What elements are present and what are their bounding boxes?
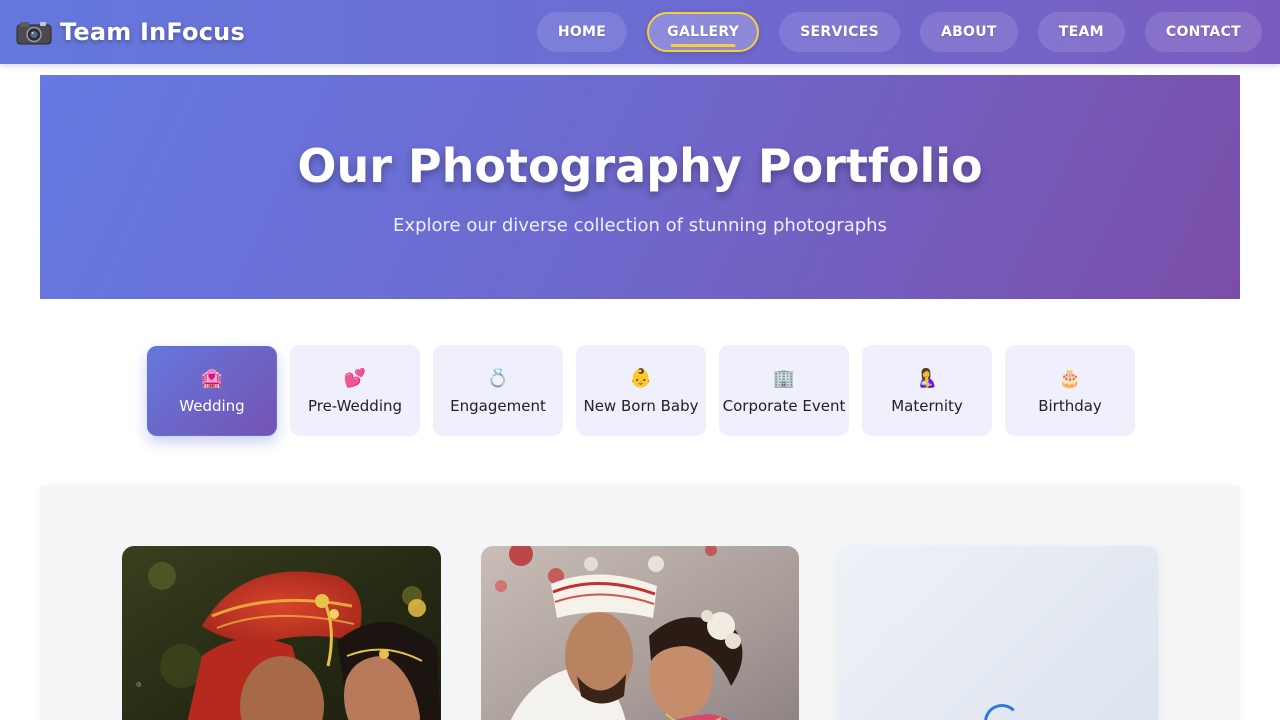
office-building-icon: 🏢 xyxy=(772,367,796,389)
nav-services[interactable]: SERVICES xyxy=(779,12,900,52)
tab-engagement[interactable]: 💍 Engagement xyxy=(433,345,563,436)
wedding-photo-2 xyxy=(481,546,799,720)
tab-pre-wedding[interactable]: 💕 Pre-Wedding xyxy=(290,345,420,436)
tab-pre-wedding-label: Pre-Wedding xyxy=(307,396,403,415)
nav-gallery[interactable]: GALLERY xyxy=(647,12,760,52)
tab-wedding-label: Wedding xyxy=(179,397,245,415)
hearts-icon: 💕 xyxy=(343,367,367,389)
wedding-icon: 🏩 xyxy=(200,368,224,389)
camera-icon xyxy=(16,19,52,45)
gallery-card-3-loading[interactable] xyxy=(839,546,1158,720)
svg-text:◎: ◎ xyxy=(136,681,141,688)
baby-icon: 👶 xyxy=(629,367,653,389)
nav-about-label: ABOUT xyxy=(940,24,997,40)
brand[interactable]: Team InFocus xyxy=(16,18,245,46)
mother-baby-icon: 🤱 xyxy=(915,367,939,389)
cake-icon: 🎂 xyxy=(1058,367,1082,389)
tab-maternity[interactable]: 🤱 Maternity xyxy=(862,345,992,436)
loading-spinner-icon xyxy=(984,704,1020,720)
ring-icon: 💍 xyxy=(486,367,510,389)
active-underline xyxy=(670,44,736,47)
hero-banner: Our Photography Portfolio Explore our di… xyxy=(40,75,1240,299)
tab-new-born-baby-label: New Born Baby xyxy=(583,396,699,415)
tab-new-born-baby[interactable]: 👶 New Born Baby xyxy=(576,345,706,436)
tab-corporate-event[interactable]: 🏢 Corporate Event xyxy=(719,345,849,436)
wedding-photo-1: ◎ xyxy=(122,546,441,720)
hero-subtitle: Explore our diverse collection of stunni… xyxy=(393,214,887,236)
tab-maternity-label: Maternity xyxy=(891,396,963,415)
main-nav: HOME GALLERY SERVICES ABOUT TEAM CONTACT xyxy=(536,12,1262,52)
nav-team-label: TEAM xyxy=(1058,24,1104,40)
nav-contact-label: CONTACT xyxy=(1165,24,1241,40)
nav-team[interactable]: TEAM xyxy=(1037,12,1125,52)
gallery-card-1[interactable]: ◎ xyxy=(122,546,441,720)
nav-gallery-label: GALLERY xyxy=(667,24,740,40)
nav-services-label: SERVICES xyxy=(800,24,879,40)
brand-title: Team InFocus xyxy=(60,18,245,46)
gallery-card-2[interactable] xyxy=(481,546,799,720)
hero-title: Our Photography Portfolio xyxy=(297,138,983,193)
nav-contact[interactable]: CONTACT xyxy=(1144,12,1262,52)
tab-birthday-label: Birthday xyxy=(1038,396,1102,415)
tab-engagement-label: Engagement xyxy=(450,396,546,415)
nav-about[interactable]: ABOUT xyxy=(919,12,1018,52)
tab-corporate-event-label: Corporate Event xyxy=(722,396,846,415)
category-tabs: 🏩 Wedding 💕 Pre-Wedding 💍 Engagement 👶 N… xyxy=(147,345,1135,436)
nav-home[interactable]: HOME xyxy=(536,12,628,52)
tab-wedding[interactable]: 🏩 Wedding xyxy=(147,346,277,436)
top-navbar: Team InFocus HOME GALLERY SERVICES ABOUT… xyxy=(0,0,1280,64)
tab-birthday[interactable]: 🎂 Birthday xyxy=(1005,345,1135,436)
nav-home-label: HOME xyxy=(557,24,607,40)
gallery-grid: ◎ xyxy=(40,486,1240,720)
